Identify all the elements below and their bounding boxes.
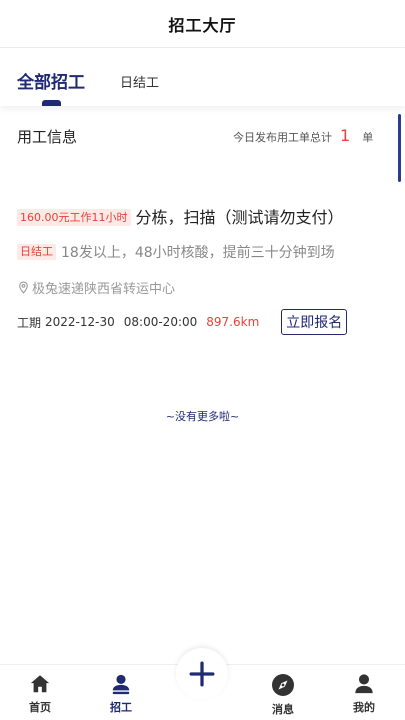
job-time: 08:00-20:00 bbox=[123, 315, 198, 329]
job-distance: 897.6km bbox=[206, 315, 260, 329]
nav-recruit[interactable]: 招工 bbox=[91, 673, 151, 715]
publish-button[interactable] bbox=[176, 648, 228, 700]
job-meta: 工期 2022-12-30 08:00-20:00 897.6km 立即报名 bbox=[17, 309, 387, 335]
job-card[interactable]: 160.00元工作11小时 分栋，扫描（测试请勿支付） 日结工 18发以上，48小时… bbox=[17, 205, 387, 335]
job-title: 分栋，扫描（测试请勿支付） bbox=[135, 208, 344, 227]
job-header: 160.00元工作11小时 分栋，扫描（测试请勿支付） bbox=[17, 205, 387, 230]
home-icon bbox=[30, 675, 50, 693]
summary-unit: 单 bbox=[362, 131, 374, 144]
location-text: 极兔速递陕西省转运中心 bbox=[32, 282, 176, 297]
page-title: 招工大厅 bbox=[168, 15, 237, 35]
job-location: 极兔速递陕西省转运中心 bbox=[17, 278, 387, 297]
tab-daily-jobs[interactable]: 日结工 bbox=[120, 72, 159, 91]
job-date: 2022-12-30 bbox=[45, 315, 115, 329]
location-pin-icon bbox=[19, 281, 28, 294]
order-count: 1 bbox=[340, 125, 351, 145]
nav-home[interactable]: 首页 bbox=[10, 673, 70, 715]
compass-icon bbox=[272, 674, 294, 696]
nav-recruit-label: 招工 bbox=[110, 701, 132, 714]
top-bar: 招工大厅 bbox=[0, 0, 405, 48]
job-description: 日结工 18发以上，48小时核酸，提前三十分钟到场 bbox=[17, 242, 387, 264]
tab-all-jobs[interactable]: 全部招工 bbox=[17, 68, 85, 93]
info-row: 用工信息 今日发布用工单总计 1 单 bbox=[0, 106, 405, 162]
nav-mine[interactable]: 我的 bbox=[334, 673, 394, 715]
user-icon bbox=[355, 674, 373, 694]
section-title: 用工信息 bbox=[17, 128, 78, 146]
summary-text: 今日发布用工单总计 bbox=[233, 131, 332, 144]
nav-home-label: 首页 bbox=[29, 701, 51, 714]
pay-tag: 160.00元工作11小时 bbox=[17, 209, 131, 226]
list-end-text: ~没有更多啦~ bbox=[165, 410, 240, 423]
job-type-tag: 日结工 bbox=[17, 244, 56, 260]
nav-messages[interactable]: 消息 bbox=[253, 673, 313, 717]
job-requirements: 18发以上，48小时核酸，提前三十分钟到场 bbox=[61, 245, 335, 261]
nav-mine-label: 我的 bbox=[353, 701, 375, 714]
recruit-icon bbox=[112, 674, 130, 695]
apply-button[interactable]: 立即报名 bbox=[281, 309, 348, 335]
category-tabs: 全部招工 日结工 bbox=[0, 48, 405, 106]
plus-icon bbox=[189, 661, 215, 687]
nav-messages-label: 消息 bbox=[272, 703, 294, 716]
period-label: 工期 bbox=[17, 315, 42, 330]
daily-summary: 今日发布用工单总计 1 单 bbox=[233, 125, 374, 145]
